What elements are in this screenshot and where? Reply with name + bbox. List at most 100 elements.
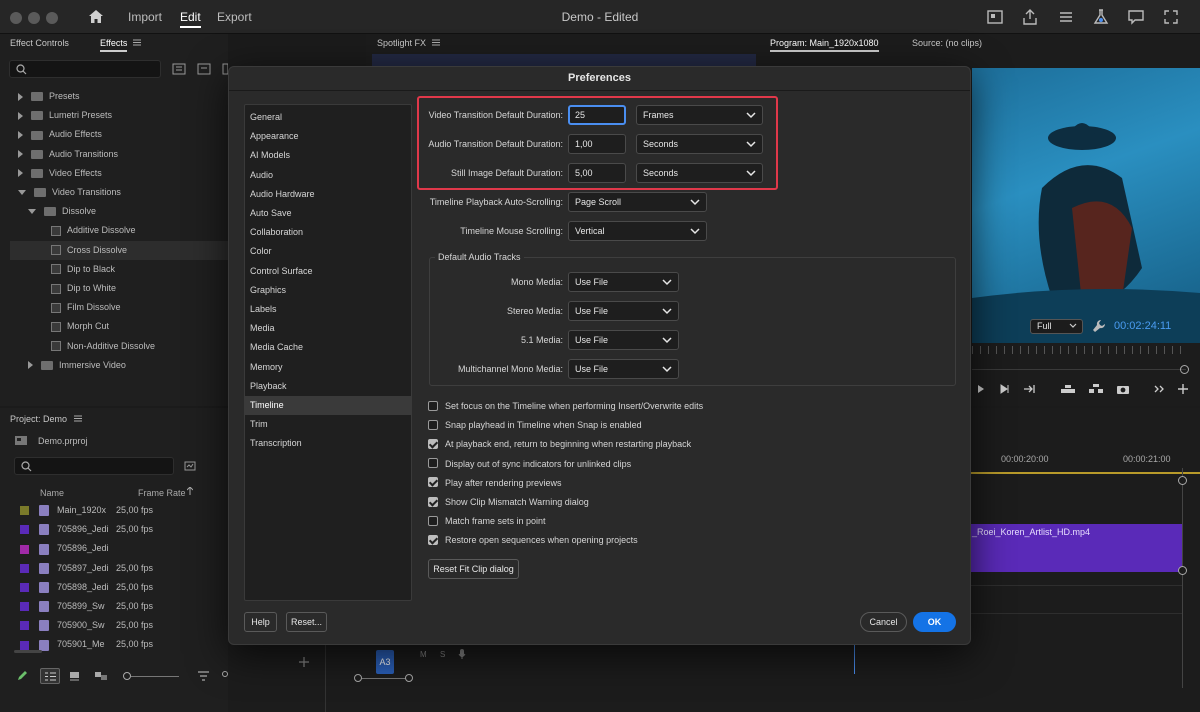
category-item[interactable]: Color xyxy=(245,242,411,261)
list-view-button[interactable] xyxy=(40,668,60,684)
category-item[interactable]: General xyxy=(245,108,411,127)
wrench-icon[interactable] xyxy=(1092,319,1106,333)
category-item[interactable]: Auto Save xyxy=(245,204,411,223)
category-item[interactable]: Timeline xyxy=(245,396,411,415)
timeline-clip[interactable]: _Roei_Koren_Artlist_HD.mp4 xyxy=(970,524,1182,572)
cancel-button[interactable]: Cancel xyxy=(860,612,907,632)
checkbox-unchecked[interactable] xyxy=(428,515,438,526)
effects-tree-item[interactable]: Film Dissolve xyxy=(10,298,228,317)
disclosure-closed-icon[interactable] xyxy=(18,169,23,178)
icon-view-icon[interactable] xyxy=(69,671,80,681)
zoom-level-select[interactable]: Full xyxy=(1030,319,1083,334)
option-checkbox-row[interactable]: Display out of sync indicators for unlin… xyxy=(428,456,631,472)
effects-tree-item[interactable]: Dip to Black xyxy=(10,260,228,279)
disclosure-closed-icon[interactable] xyxy=(18,131,23,140)
effects-tree-item[interactable]: Immersive Video xyxy=(10,356,228,375)
effects-tree-item[interactable]: Additive Dissolve xyxy=(10,221,228,240)
effects-tree-item[interactable]: Video Transitions xyxy=(10,183,228,202)
mono-media-select[interactable]: Use File xyxy=(568,272,679,292)
reset-fit-clip-button[interactable]: Reset Fit Clip dialog xyxy=(428,559,519,579)
category-item[interactable]: Memory xyxy=(245,358,411,377)
project-search-input[interactable] xyxy=(14,457,174,475)
go-to-out-icon[interactable] xyxy=(1024,384,1036,394)
disclosure-closed-icon[interactable] xyxy=(18,111,23,120)
disclosure-open-icon[interactable] xyxy=(28,209,36,215)
disclosure-closed-icon[interactable] xyxy=(18,92,23,101)
effects-tree-item[interactable]: Cross Dissolve xyxy=(10,240,228,260)
zoom-slider-handle[interactable] xyxy=(123,672,131,680)
tab-spotlight-fx[interactable]: Spotlight FX xyxy=(377,38,426,48)
category-item[interactable]: Graphics xyxy=(245,281,411,300)
scrub-handle[interactable] xyxy=(1180,365,1189,374)
tab-effect-controls[interactable]: Effect Controls xyxy=(10,38,69,48)
option-checkbox-row[interactable]: Restore open sequences when opening proj… xyxy=(428,532,638,548)
tab-source[interactable]: Source: (no clips) xyxy=(912,38,982,48)
category-item[interactable]: AI Models xyxy=(245,146,411,165)
label-color-swatch[interactable] xyxy=(20,506,29,516)
more-controls-icon[interactable] xyxy=(1154,385,1166,393)
zoom-slider[interactable] xyxy=(131,676,179,677)
scroll-handle-top[interactable] xyxy=(1178,476,1187,485)
microphone-icon[interactable] xyxy=(458,648,466,660)
help-button[interactable]: Help xyxy=(244,612,277,632)
label-color-swatch[interactable] xyxy=(20,602,29,612)
scroll-handle-bottom[interactable] xyxy=(1178,566,1187,575)
project-item-row[interactable]: 705896_Jedi 25,00 fps xyxy=(14,520,228,539)
timeline-work-area-bar[interactable] xyxy=(970,472,1200,474)
playback-scrolling-select[interactable]: Page Scroll xyxy=(568,192,707,212)
fullscreen-icon[interactable] xyxy=(1162,8,1180,26)
timeline-scrollbar-track[interactable] xyxy=(1182,468,1183,688)
project-panel-title[interactable]: Project: Demo xyxy=(10,414,67,424)
quick-export-icon[interactable] xyxy=(986,8,1004,26)
label-color-swatch[interactable] xyxy=(20,563,29,573)
track-mute[interactable]: M xyxy=(420,650,427,659)
multichannel-media-select[interactable]: Use File xyxy=(568,359,679,379)
accelerated-effects-icon[interactable] xyxy=(172,63,186,75)
sort-icon[interactable] xyxy=(198,671,209,681)
checkbox-unchecked[interactable] xyxy=(428,458,438,469)
monitor-ruler[interactable] xyxy=(972,346,1186,354)
effects-tree-item[interactable]: Dip to White xyxy=(10,279,228,298)
checkbox-checked[interactable] xyxy=(428,439,438,450)
surround-media-select[interactable]: Use File xyxy=(568,330,679,350)
project-item-row[interactable]: 705897_Jedi 25,00 fps xyxy=(14,559,228,578)
beta-flask-icon[interactable] xyxy=(1092,8,1110,26)
video-transition-duration-input[interactable]: 25 xyxy=(568,105,626,125)
option-checkbox-row[interactable]: Snap playhead in Timeline when Snap is e… xyxy=(428,417,642,433)
effects-search-input[interactable] xyxy=(9,60,161,78)
share-icon[interactable] xyxy=(1021,8,1039,26)
effects-tree-item[interactable]: Morph Cut xyxy=(10,317,228,336)
workspaces-icon[interactable] xyxy=(1057,8,1075,26)
checkbox-unchecked[interactable] xyxy=(428,400,438,411)
effects-tree-item[interactable]: Dissolve xyxy=(10,202,228,221)
add-marker-icon[interactable] xyxy=(298,656,310,668)
label-color-swatch[interactable] xyxy=(20,525,29,535)
label-color-swatch[interactable] xyxy=(20,544,29,554)
category-item[interactable]: Control Surface xyxy=(245,262,411,281)
category-item[interactable]: Audio Hardware xyxy=(245,185,411,204)
step-forward-icon[interactable] xyxy=(1000,384,1010,394)
category-item[interactable]: Transcription xyxy=(245,434,411,453)
option-checkbox-row[interactable]: Match frame sets in point xyxy=(428,513,546,529)
audio-transition-unit-select[interactable]: Seconds xyxy=(636,134,763,154)
effects-tree-item[interactable]: Audio Transitions xyxy=(10,145,228,164)
effects-tree-item[interactable]: Presets xyxy=(10,87,228,106)
panel-menu-icon[interactable] xyxy=(432,39,440,46)
program-video-frame[interactable] xyxy=(972,68,1200,343)
track-a3-toggle[interactable]: A3 xyxy=(376,650,394,674)
effects-tree-item[interactable]: Audio Effects xyxy=(10,125,228,144)
column-name[interactable]: Name xyxy=(40,488,64,498)
category-item[interactable]: Trim xyxy=(245,415,411,434)
comments-icon[interactable] xyxy=(1127,8,1145,26)
option-checkbox-row[interactable]: Set focus on the Timeline when performin… xyxy=(428,398,703,414)
freeform-view-icon[interactable] xyxy=(94,671,108,681)
track-solo[interactable]: S xyxy=(440,650,445,659)
category-item[interactable]: Appearance xyxy=(245,127,411,146)
stereo-media-select[interactable]: Use File xyxy=(568,301,679,321)
effects-tree-item[interactable]: Video Effects xyxy=(10,164,228,183)
audio-transition-duration-input[interactable]: 1,00 xyxy=(568,134,626,154)
ok-button[interactable]: OK xyxy=(913,612,956,632)
pencil-icon[interactable] xyxy=(16,670,28,682)
project-item-row[interactable]: 705898_Jedi 25,00 fps xyxy=(14,578,228,597)
label-color-swatch[interactable] xyxy=(20,640,29,650)
